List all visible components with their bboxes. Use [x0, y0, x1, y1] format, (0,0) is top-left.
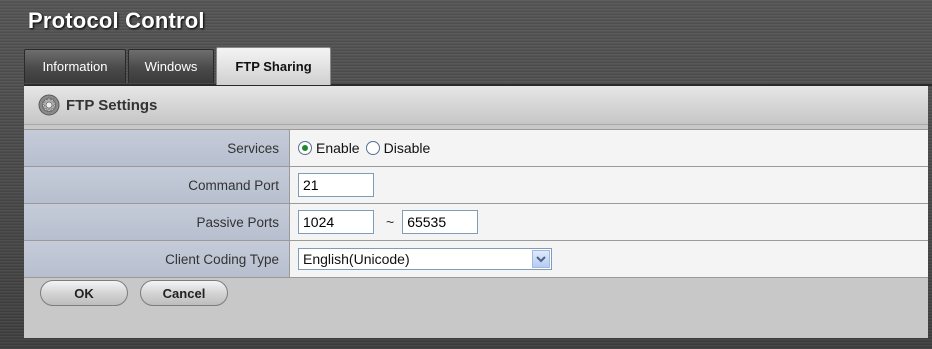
section-header: FTP Settings	[24, 86, 928, 125]
command-port-row: Command Port	[24, 167, 928, 204]
section-title: FTP Settings	[66, 96, 158, 114]
ok-button[interactable]: OK	[40, 280, 128, 306]
passive-port-end-input[interactable]	[402, 210, 479, 234]
services-label: Services	[24, 130, 290, 166]
tab-windows[interactable]: Windows	[128, 49, 214, 83]
tab-ftp-sharing[interactable]: FTP Sharing	[216, 47, 331, 85]
passive-port-start-input[interactable]	[298, 210, 374, 234]
disable-radio-label[interactable]: Disable	[384, 140, 431, 156]
command-port-value	[290, 167, 928, 203]
settings-grid: Services Enable Disable Command Port Pas…	[24, 129, 928, 278]
page-title: Protocol Control	[28, 8, 205, 33]
gear-icon	[38, 94, 60, 116]
passive-ports-value: ~	[290, 204, 928, 240]
client-coding-row: Client Coding Type English(Unicode)	[24, 241, 928, 278]
passive-ports-row: Passive Ports ~	[24, 204, 928, 241]
chevron-down-icon[interactable]	[532, 250, 550, 268]
disable-radio[interactable]	[365, 141, 380, 155]
cancel-button[interactable]: Cancel	[140, 280, 228, 306]
enable-radio[interactable]	[298, 141, 312, 155]
services-value: Enable Disable	[290, 130, 928, 166]
passive-ports-label: Passive Ports	[24, 204, 290, 240]
radio-selected-dot	[302, 145, 308, 151]
tab-bar: Information Windows FTP Sharing	[24, 47, 932, 86]
client-coding-selected: English(Unicode)	[303, 251, 410, 267]
tab-information[interactable]: Information	[24, 49, 126, 83]
client-coding-label: Client Coding Type	[24, 241, 290, 277]
command-port-input[interactable]	[298, 173, 374, 197]
client-coding-select[interactable]: English(Unicode)	[298, 248, 552, 270]
ftp-settings-content: FTP Settings Services Enable Disable Com…	[24, 86, 928, 338]
protocol-control-panel: Protocol Control Information Windows FTP…	[0, 0, 932, 349]
client-coding-value: English(Unicode)	[290, 241, 928, 277]
services-row: Services Enable Disable	[24, 130, 928, 167]
port-range-separator: ~	[386, 214, 395, 230]
enable-radio-label[interactable]: Enable	[316, 140, 360, 156]
command-port-label: Command Port	[24, 167, 290, 203]
